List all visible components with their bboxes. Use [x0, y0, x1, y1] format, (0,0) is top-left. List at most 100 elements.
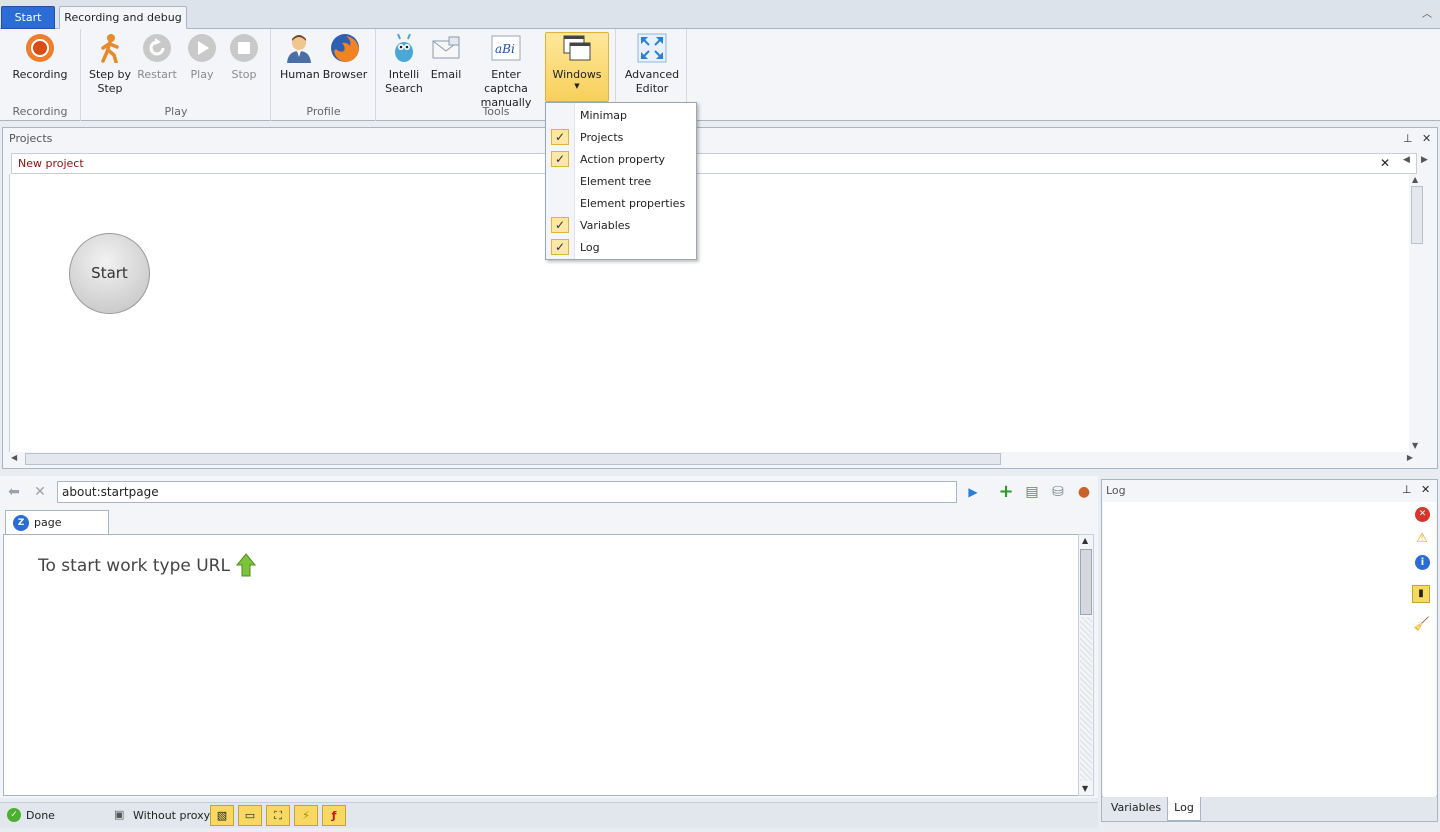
- step-label-2: Step: [97, 82, 123, 95]
- svg-text:aBi: aBi: [495, 42, 515, 56]
- page-source-icon[interactable]: ▤: [1023, 483, 1041, 501]
- info-filter-icon[interactable]: i: [1415, 555, 1430, 570]
- page-logo-icon: Z: [13, 515, 29, 531]
- start-node[interactable]: Start: [69, 233, 150, 314]
- stop-button[interactable]: Stop: [226, 33, 262, 82]
- menu-item-projects[interactable]: ✓ Projects: [546, 126, 696, 148]
- record-icon: [25, 33, 55, 63]
- start-hint-text: To start work type URL: [38, 556, 230, 576]
- status-text: Done: [26, 809, 55, 822]
- human-button[interactable]: Human: [280, 33, 320, 82]
- web-view-scrollbar[interactable]: ▲ ▼: [1078, 534, 1094, 796]
- load-images-icon[interactable]: ▧: [210, 805, 234, 826]
- document-tab-new-project[interactable]: New project ✕: [11, 153, 1417, 174]
- web-scroll-down-icon[interactable]: ▼: [1082, 784, 1088, 793]
- menu-item-log[interactable]: ✓ Log: [546, 236, 696, 258]
- browser-button[interactable]: Browser: [322, 33, 368, 82]
- cookie-icon[interactable]: ●: [1075, 483, 1093, 501]
- javascript-icon[interactable]: ⚡: [294, 805, 318, 826]
- load-frames-icon[interactable]: ▭: [238, 805, 262, 826]
- log-close-icon[interactable]: ✕: [1421, 483, 1430, 496]
- restart-icon: [142, 33, 172, 63]
- play-label: Play: [190, 68, 214, 81]
- group-profile: Human Browser Profile: [272, 29, 376, 121]
- horizontal-scroll-thumb[interactable]: [25, 453, 1001, 465]
- scroll-right-icon[interactable]: ▶: [1407, 453, 1413, 462]
- error-filter-icon[interactable]: ✕: [1415, 507, 1430, 522]
- stop-load-icon[interactable]: ✕: [31, 483, 49, 501]
- menu-item-element-tree[interactable]: Element tree: [546, 170, 696, 192]
- url-input[interactable]: about:startpage: [57, 481, 957, 503]
- stop-label: Stop: [231, 68, 257, 81]
- add-icon[interactable]: +: [997, 483, 1015, 501]
- menu-item-minimap[interactable]: Minimap: [546, 104, 696, 126]
- database-icon[interactable]: ⛁: [1049, 483, 1067, 501]
- group-play: Step by Step Restart Play Stop Play: [82, 29, 271, 121]
- menu-item-label: Element tree: [580, 175, 652, 188]
- advanced-label-1: Advanced: [624, 68, 680, 81]
- firefox-icon: [330, 33, 360, 63]
- menu-item-label: Action property: [580, 153, 666, 166]
- tab-variables[interactable]: Variables: [1105, 797, 1167, 821]
- log-pin-icon[interactable]: ⊥: [1402, 483, 1412, 496]
- windows-label: Windows: [552, 68, 602, 81]
- vertical-scrollbar[interactable]: ▲ ▼: [1409, 174, 1425, 452]
- page-tab[interactable]: Z page: [5, 510, 109, 535]
- project-canvas[interactable]: Start: [9, 174, 1417, 452]
- flash-icon[interactable]: ƒ: [322, 805, 346, 826]
- scroll-up-icon[interactable]: ▲: [1412, 175, 1418, 184]
- proxy-status-button[interactable]: Without proxy: [133, 809, 210, 822]
- collapse-ribbon-icon[interactable]: ︿: [1422, 10, 1432, 20]
- tab-recording-and-debug[interactable]: Recording and debug: [59, 6, 187, 29]
- enter-captcha-button[interactable]: aBi Enter captcha manually: [469, 33, 543, 110]
- recording-button[interactable]: Recording: [10, 33, 70, 82]
- scroll-tabs-left-icon[interactable]: ◀: [1403, 155, 1410, 165]
- log-panel: Log ⊥ ✕ ✕ ⚠ i ▮ 🧹: [1101, 479, 1438, 797]
- intelli-search-button[interactable]: Intelli Search: [383, 33, 425, 96]
- projects-panel: Projects ⊥ ✕ New project ✕ ◀ ▶ Start ▲ ▼…: [2, 127, 1438, 469]
- horizontal-scrollbar[interactable]: ◀ ▶: [9, 452, 1417, 466]
- play-button[interactable]: Play: [184, 33, 220, 82]
- step-by-step-button[interactable]: Step by Step: [88, 33, 132, 96]
- menu-item-element-properties[interactable]: Element properties: [546, 192, 696, 214]
- menu-item-variables[interactable]: ✓ Variables: [546, 214, 696, 236]
- play-icon: [187, 33, 217, 63]
- pin-icon[interactable]: ⊥: [1403, 132, 1413, 145]
- recording-label: Recording: [12, 68, 68, 81]
- checkmark-icon: ✓: [551, 239, 569, 255]
- tab-log[interactable]: Log: [1167, 797, 1201, 821]
- email-icon: [431, 33, 461, 63]
- menu-item-action-property[interactable]: ✓ Action property: [546, 148, 696, 170]
- group-label-profile: Profile: [306, 105, 341, 118]
- captcha-icon: aBi: [491, 33, 521, 63]
- status-bar: ✓ Done ▣ Without proxy ▧ ▭ ⛶ ⚡ ƒ: [0, 802, 1098, 828]
- scroll-lock-icon[interactable]: ▮: [1412, 585, 1430, 603]
- email-button[interactable]: Email: [429, 33, 463, 82]
- browser-panel: ⬅ ✕ about:startpage ▶ + ▤ ⛁ ● Z page To …: [0, 476, 1098, 798]
- checkmark-icon: ✓: [551, 217, 569, 233]
- advanced-editor-button[interactable]: Advanced Editor: [622, 33, 682, 96]
- intelli-label-1: Intelli: [388, 68, 420, 81]
- back-icon[interactable]: ⬅: [5, 483, 23, 501]
- tab-start[interactable]: Start: [1, 6, 55, 29]
- web-scroll-thumb[interactable]: [1080, 549, 1092, 615]
- scroll-down-icon[interactable]: ▼: [1412, 441, 1418, 450]
- walking-man-icon: [95, 33, 125, 64]
- checkmark-icon: ✓: [551, 151, 569, 167]
- human-icon: [284, 33, 314, 63]
- load-plugins-icon[interactable]: ⛶: [266, 805, 290, 826]
- windows-button[interactable]: Windows ▼: [545, 32, 609, 102]
- windows-dropdown-menu: Minimap ✓ Projects ✓ Action property Ele…: [545, 102, 697, 260]
- scroll-left-icon[interactable]: ◀: [11, 453, 17, 462]
- warning-filter-icon[interactable]: ⚠: [1413, 530, 1431, 548]
- web-scroll-up-icon[interactable]: ▲: [1082, 536, 1088, 545]
- expand-icon: [637, 33, 667, 63]
- close-tab-icon[interactable]: ✕: [1380, 156, 1390, 170]
- restart-button[interactable]: Restart: [137, 33, 177, 82]
- go-icon[interactable]: ▶: [964, 483, 982, 501]
- vertical-scroll-thumb[interactable]: [1411, 186, 1423, 244]
- clear-log-broom-icon[interactable]: 🧹: [1413, 616, 1431, 634]
- web-view[interactable]: To start work type URL: [3, 534, 1079, 796]
- scroll-tabs-right-icon[interactable]: ▶: [1421, 155, 1428, 165]
- close-icon[interactable]: ✕: [1422, 132, 1431, 145]
